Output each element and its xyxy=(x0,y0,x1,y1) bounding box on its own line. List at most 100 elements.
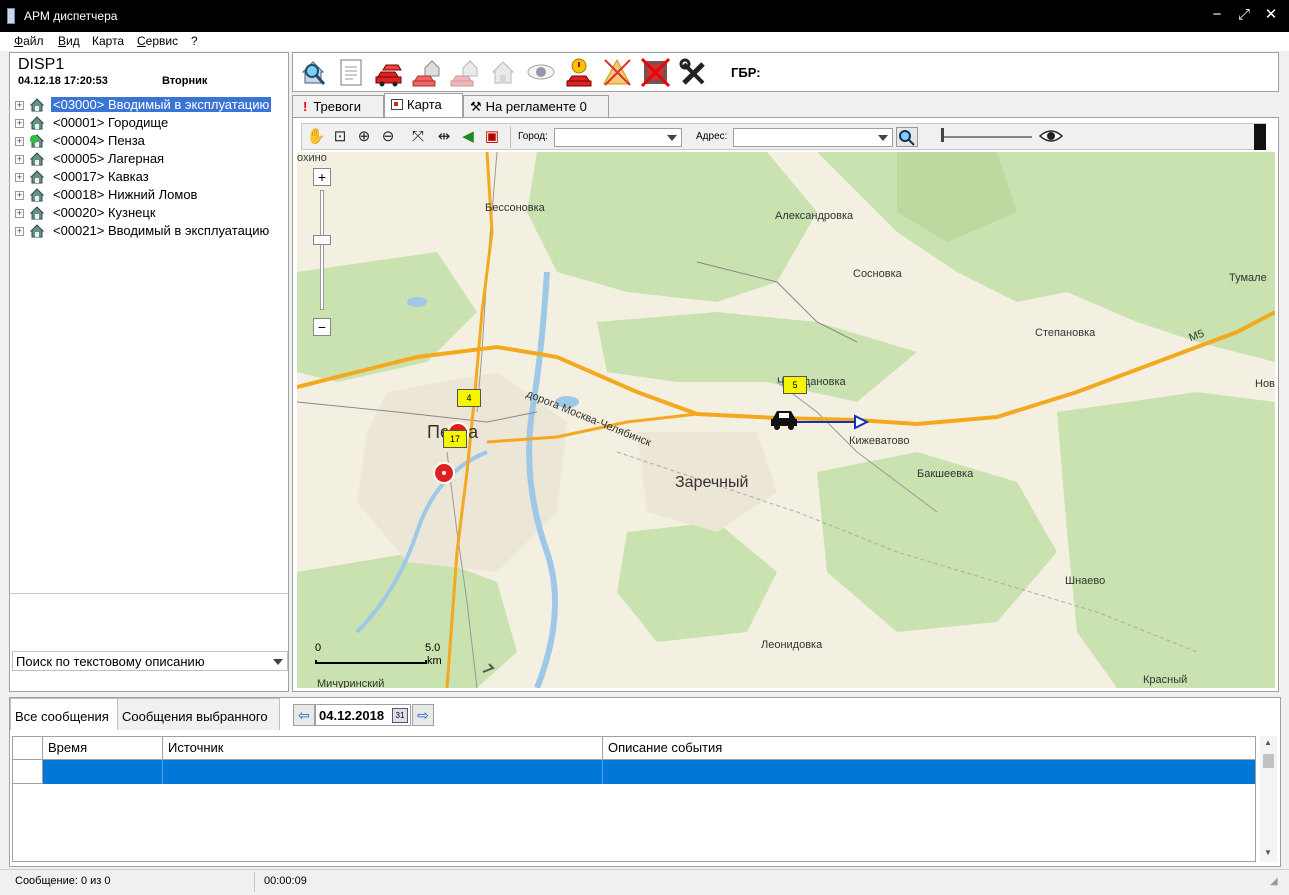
column-header-description[interactable]: Описание события xyxy=(603,737,1255,760)
scroll-up-icon[interactable]: ▲ xyxy=(1264,738,1272,747)
tree-item[interactable]: + <00017> Кавказ xyxy=(13,169,288,187)
object-code: <00004> xyxy=(53,133,105,148)
gbr-label: ГБР: xyxy=(731,65,761,80)
tab-selected-messages[interactable]: Сообщения выбранного xyxy=(118,698,280,730)
expand-icon[interactable]: + xyxy=(15,155,24,164)
opacity-slider-thumb[interactable] xyxy=(941,128,944,142)
tree-item-label: <00018> Нижний Ломов xyxy=(51,187,199,202)
fit-extent-icon[interactable]: ⤧ xyxy=(408,127,428,147)
house-faded-icon[interactable] xyxy=(487,56,520,89)
map-zoom-thumb[interactable] xyxy=(313,235,331,245)
object-name: Кавказ xyxy=(107,169,149,184)
menu-view[interactable]: Вид xyxy=(58,34,80,48)
tree-item-label: <00005> Лагерная xyxy=(51,151,166,166)
tree-item[interactable]: + <00021> Вводимый в эксплуатацию xyxy=(13,223,288,241)
house-car-faded-icon[interactable] xyxy=(449,56,482,89)
tree-item[interactable]: + <00001> Городище xyxy=(13,115,288,133)
tree-item-label: <00001> Городище xyxy=(51,115,170,130)
expand-icon[interactable]: + xyxy=(15,209,24,218)
address-combo[interactable] xyxy=(733,128,893,147)
tab-maintenance[interactable]: ⚒ На регламенте 0 xyxy=(463,95,609,117)
calendar-icon[interactable]: 31 xyxy=(392,708,408,723)
tab-map[interactable]: Карта xyxy=(384,93,463,117)
expand-icon[interactable]: + xyxy=(15,173,24,182)
vertical-scrollbar[interactable]: ▲ ▼ xyxy=(1260,736,1277,862)
current-datetime: 04.12.18 17:20:53 xyxy=(18,75,108,87)
tree-item-label: <03000> Вводимый в эксплуатацию xyxy=(51,97,272,112)
house-car-icon[interactable] xyxy=(411,56,444,89)
zoom-rect-icon[interactable]: ⊡ xyxy=(330,127,350,147)
opacity-slider[interactable] xyxy=(942,136,1032,138)
minimize-button[interactable]: − xyxy=(1204,4,1230,26)
search-house-icon[interactable] xyxy=(297,56,330,89)
marker-badge: 4 xyxy=(457,389,481,407)
date-picker[interactable]: 04.12.2018 31 xyxy=(315,704,411,726)
town-label: Бакшеевка xyxy=(917,468,974,480)
expand-icon[interactable]: + xyxy=(15,227,24,236)
map-zoom-out-button[interactable]: − xyxy=(313,318,331,336)
map-scrollbar-handle[interactable] xyxy=(1254,124,1266,150)
eye-icon[interactable] xyxy=(525,56,558,89)
town-label: Мичуринский xyxy=(317,678,385,688)
tree-item[interactable]: + <00004> Пенза xyxy=(13,133,288,151)
tools-icon[interactable] xyxy=(677,56,710,89)
expand-icon[interactable]: + xyxy=(15,137,24,146)
menu-file[interactable]: Файл xyxy=(14,34,44,48)
column-header-time[interactable]: Время xyxy=(43,737,163,760)
close-button[interactable]: ✕ xyxy=(1258,4,1284,26)
distance-icon[interactable]: ⇹ xyxy=(434,127,454,147)
save-icon[interactable]: ▣ xyxy=(482,127,502,147)
expand-icon[interactable]: + xyxy=(15,101,24,110)
marker-badge: 5 xyxy=(783,376,807,394)
next-date-button[interactable]: ⇨ xyxy=(412,704,434,726)
zoom-out-icon[interactable]: ⊖ xyxy=(378,127,398,147)
status-divider xyxy=(254,872,255,892)
resize-grip-icon[interactable]: ◢ xyxy=(1270,876,1284,890)
prev-date-button[interactable]: ⇦ xyxy=(293,704,315,726)
address-search-button[interactable] xyxy=(896,127,918,147)
alarm-car-icon[interactable] xyxy=(563,56,596,89)
maximize-button[interactable]: ⤢ xyxy=(1231,4,1257,26)
map-zoom-in-button[interactable]: + xyxy=(313,168,331,186)
city-label: Город: xyxy=(518,131,548,142)
tab-alarms[interactable]: ! Тревоги xyxy=(292,95,384,117)
objects-panel: DISP1 04.12.18 17:20:53 Вторник + <03000>… xyxy=(9,52,289,692)
object-name: Кузнецк xyxy=(107,205,156,220)
column-header-source[interactable]: Источник xyxy=(163,737,603,760)
car-icon[interactable] xyxy=(769,408,799,430)
export-icon[interactable]: ◀ xyxy=(458,127,478,147)
alarm-marker[interactable] xyxy=(433,462,455,484)
zoom-in-icon[interactable]: ⊕ xyxy=(354,127,374,147)
expand-icon[interactable]: + xyxy=(15,119,24,128)
cars-icon[interactable] xyxy=(373,56,406,89)
search-mode-select[interactable]: Поиск по текстовому описанию xyxy=(12,651,288,671)
town-label: Шнаево xyxy=(1065,575,1106,587)
tab-all-messages[interactable]: Все сообщения xyxy=(10,698,118,730)
menu-map[interactable]: Карта xyxy=(92,34,124,48)
tree-item[interactable]: + <00018> Нижний Ломов xyxy=(13,187,288,205)
eye-icon[interactable] xyxy=(1038,125,1064,147)
menu-service[interactable]: Сервис xyxy=(137,34,178,48)
pan-hand-icon[interactable]: ✋ xyxy=(306,127,326,147)
map-view[interactable]: Бессоновка Александровка Сосновка Тумале… xyxy=(297,152,1275,688)
report-icon[interactable] xyxy=(335,56,368,89)
table-row[interactable] xyxy=(43,760,1255,784)
warning-disabled-icon[interactable] xyxy=(601,56,634,89)
divider xyxy=(10,593,288,594)
tree-item[interactable]: + <00020> Кузнецк xyxy=(13,205,288,223)
scrollbar-thumb[interactable] xyxy=(1263,754,1274,768)
app-icon xyxy=(7,8,15,24)
town-label: Заречный xyxy=(675,474,749,491)
menu-help[interactable]: ? xyxy=(191,34,198,48)
scale-zero: 0 xyxy=(315,642,322,654)
town-label: охино xyxy=(297,152,327,164)
title-bar: АРМ диспетчера − ⤢ ✕ xyxy=(0,0,1289,32)
city-combo[interactable] xyxy=(554,128,682,147)
tree-item[interactable]: + <03000> Вводимый в эксплуатацию xyxy=(13,97,288,115)
cancel-icon[interactable] xyxy=(639,56,672,89)
scroll-down-icon[interactable]: ▼ xyxy=(1264,848,1272,857)
map-zoom-slider[interactable] xyxy=(320,190,324,310)
tree-item[interactable]: + <00005> Лагерная xyxy=(13,151,288,169)
expand-icon[interactable]: + xyxy=(15,191,24,200)
row-selector[interactable] xyxy=(13,760,43,784)
